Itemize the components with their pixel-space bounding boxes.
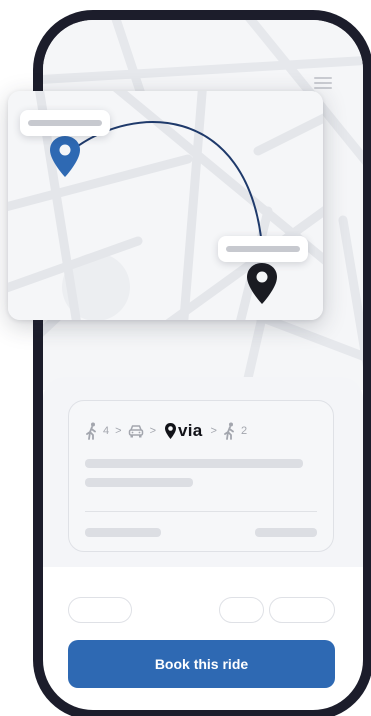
route-summary: 4 > > via > 2 [85, 420, 247, 442]
book-ride-button[interactable]: Book this ride [68, 640, 335, 688]
option-chip[interactable] [269, 597, 335, 623]
walk-icon [224, 422, 234, 440]
placeholder-line [85, 528, 161, 537]
ride-option-panel: 4 > > via > 2 [43, 377, 363, 567]
walk-icon [86, 422, 96, 440]
menu-icon[interactable] [314, 77, 332, 89]
placeholder-line [85, 478, 193, 487]
app-stage: 4 > > via > 2 Book this ride [0, 0, 371, 716]
walk-from-dropoff-minutes: 2 [240, 425, 248, 437]
card-divider [85, 511, 317, 512]
via-pin-icon [165, 423, 176, 439]
walk-to-pickup-minutes: 4 [103, 425, 110, 437]
option-chip[interactable] [68, 597, 132, 623]
route-separator: > [210, 425, 217, 437]
via-brand-text: via [178, 421, 203, 440]
option-chip[interactable] [219, 597, 264, 623]
route-separator: > [115, 425, 122, 437]
via-logo: via [164, 421, 203, 441]
route-map-popup [8, 91, 323, 320]
origin-label [20, 110, 110, 136]
route-separator: > [149, 425, 156, 437]
placeholder-line [255, 528, 317, 537]
placeholder-line [85, 459, 303, 468]
destination-label [218, 236, 308, 262]
car-icon [128, 425, 143, 438]
ride-option-card[interactable]: 4 > > via > 2 [68, 400, 334, 552]
